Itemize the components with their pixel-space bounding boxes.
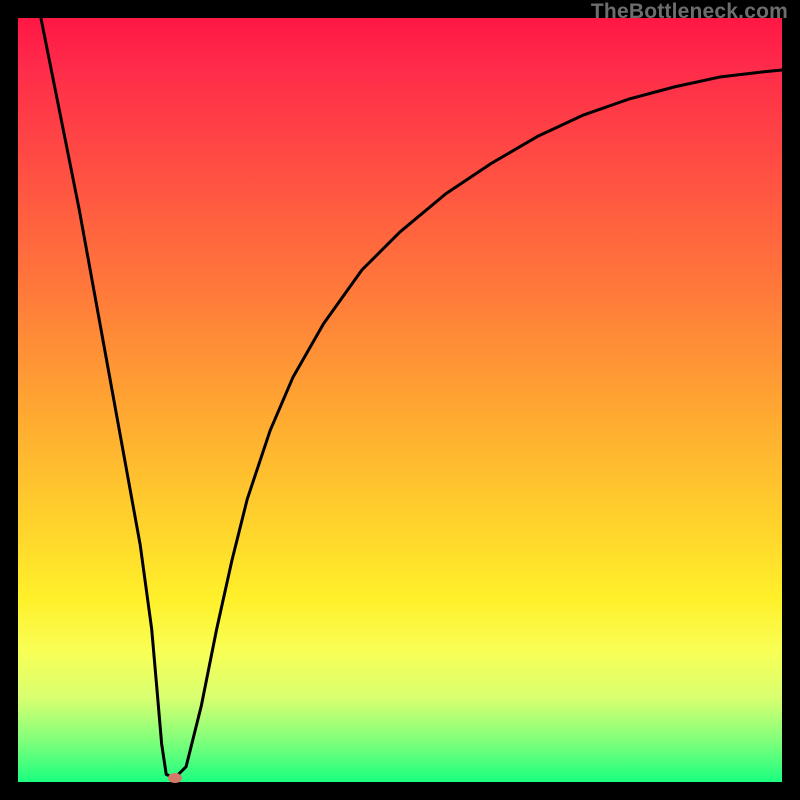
chart-area (18, 18, 782, 782)
optimal-point-marker (168, 773, 182, 783)
bottleneck-curve-line (18, 18, 782, 782)
